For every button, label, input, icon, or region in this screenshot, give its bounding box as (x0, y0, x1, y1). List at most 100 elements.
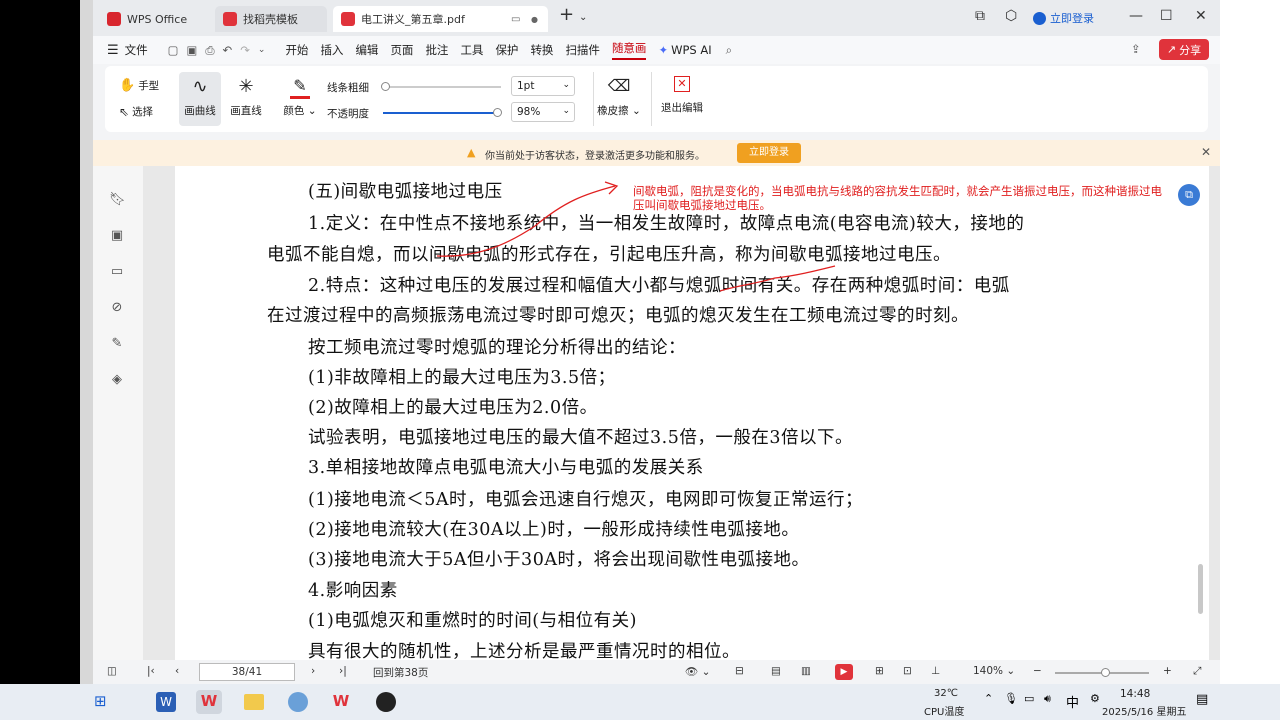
quick-more-icon[interactable]: ⌄ (258, 45, 266, 55)
goto-page-link[interactable]: 回到第38页 (373, 665, 428, 680)
ime-indicator[interactable]: 中 (1066, 692, 1079, 711)
sidebar-toggle-icon[interactable]: ◫ (107, 665, 117, 677)
notice-login-button[interactable]: 立即登录 (737, 143, 801, 163)
slider-handle[interactable] (493, 108, 502, 117)
volume-icon[interactable]: 🔊︎ (1044, 692, 1051, 706)
zoom-handle[interactable] (1101, 668, 1110, 677)
stamp-icon[interactable]: ⊥ (931, 665, 940, 677)
select-tool[interactable]: ⇖ 选择 (119, 104, 153, 119)
close-notice-icon[interactable]: ✕ (1201, 145, 1211, 159)
comment-icon[interactable]: ▭ (109, 264, 125, 280)
menu-file[interactable]: 文件 (125, 42, 148, 58)
folder-icon[interactable]: ▢ (168, 43, 179, 57)
hand-tool[interactable]: ✋ 手型 (119, 78, 159, 93)
chevron-up-icon[interactable]: ⌃ (984, 692, 993, 705)
cloud-upload-icon[interactable]: ⇪ (1131, 42, 1141, 56)
tab-pdf-document[interactable]: 电工讲义_第五章.pdf ▭ ● (333, 6, 548, 32)
scroll-thumb[interactable] (1198, 564, 1203, 614)
notification-icon[interactable]: ▤ (1196, 692, 1208, 707)
layers-icon[interactable]: ◈ (109, 372, 125, 388)
play-icon[interactable]: ▶ (835, 664, 853, 680)
menu-convert[interactable]: 转换 (530, 42, 553, 58)
chevron-down-icon[interactable]: ⌄ (579, 12, 587, 23)
layout-icon[interactable]: ⊞ (875, 665, 884, 677)
menu-wps-ai[interactable]: ✦ WPS AI (658, 43, 711, 57)
menu-page[interactable]: 页面 (390, 42, 413, 58)
undo-icon[interactable]: ↶ (223, 43, 233, 57)
zoom-out-icon[interactable]: − (1033, 665, 1042, 677)
two-page-icon[interactable]: ▥ (801, 665, 811, 677)
wps-app-icon[interactable]: W (200, 692, 218, 712)
share-button[interactable]: ↗ 分享 (1159, 39, 1209, 60)
restore-icon[interactable]: ⧉ (975, 8, 985, 24)
eraser-label: 橡皮擦 ⌄ (597, 105, 641, 117)
print-icon[interactable]: ⎙ (205, 43, 214, 58)
redo-icon[interactable]: ↷ (240, 43, 250, 57)
left-sidebar: 🔖︎ ▣ ▭ ⊘ ✎ ◈ (93, 166, 143, 660)
zoom-select[interactable]: 140% ⌄ (973, 665, 1015, 677)
eraser-tool[interactable]: ⌫ 橡皮擦 ⌄ (595, 72, 643, 126)
menu-protect[interactable]: 保护 (495, 42, 518, 58)
menu-insert[interactable]: 插入 (320, 42, 343, 58)
hamburger-icon[interactable]: ☰ (107, 43, 119, 58)
menu-edit[interactable]: 编辑 (355, 42, 378, 58)
fit-page-icon[interactable]: ⊡ (903, 665, 912, 677)
network-icon[interactable]: ▭ (1024, 692, 1034, 705)
tab-wps-office[interactable]: WPS Office (99, 6, 209, 32)
ime-settings-icon[interactable]: ⚙ (1090, 692, 1100, 705)
handwritten-annotation: 间歇电弧，阻抗是变化的，当电弧电抗与线路的容抗发生匹配时，就会产生谐振过电压，而… (633, 184, 1162, 212)
word-app-icon[interactable]: W (156, 692, 176, 712)
hand-label: 手型 (138, 80, 160, 92)
wps-office-icon[interactable]: W (332, 692, 350, 712)
prev-page-icon[interactable]: ‹ (175, 665, 179, 677)
opacity-select[interactable]: 98% ⌄ (511, 102, 575, 122)
last-page-icon[interactable]: ›| (339, 665, 347, 677)
file-explorer-icon[interactable] (244, 694, 264, 710)
signature-icon[interactable]: ✎ (109, 336, 125, 352)
close-window-icon[interactable]: ✕ (1195, 8, 1207, 24)
zoom-slider[interactable] (1055, 668, 1149, 677)
floating-assistant-icon[interactable]: ⧉ (1178, 184, 1200, 206)
attachment-icon[interactable]: ⊘ (109, 300, 125, 316)
windows-start-icon[interactable]: ⊞ (94, 692, 107, 710)
eye-mode-icon[interactable]: 👁︎ ⌄ (685, 665, 710, 678)
exit-edit-button[interactable]: ✕ 退出编辑 (655, 72, 709, 126)
opacity-slider[interactable] (383, 108, 502, 117)
fit-width-icon[interactable]: ⊟ (735, 665, 744, 677)
fullscreen-icon[interactable]: ⤢ (1193, 665, 1201, 678)
color-picker[interactable]: ✎ 颜色 ⌄ (281, 72, 319, 126)
new-tab-icon[interactable]: + (559, 4, 574, 25)
obs-icon[interactable] (376, 692, 396, 712)
curve-tool[interactable]: ∿ 画曲线 (179, 72, 221, 126)
menu-tools[interactable]: 工具 (460, 42, 483, 58)
menu-scan[interactable]: 扫描件 (565, 42, 600, 58)
chevron-down-icon: ⌄ (562, 80, 570, 90)
window-mode-icon[interactable]: ▭ (511, 14, 520, 25)
line-width-slider[interactable] (381, 82, 501, 91)
login-button[interactable]: 立即登录 (1033, 10, 1094, 26)
line-width-select[interactable]: 1pt ⌄ (511, 76, 575, 96)
page-number-input[interactable]: 38/41 (199, 663, 295, 681)
menu-start[interactable]: 开始 (285, 42, 308, 58)
vertical-scrollbar[interactable] (1198, 174, 1203, 648)
next-page-icon[interactable]: › (311, 665, 315, 677)
cube-icon[interactable]: ⬡ (1005, 8, 1017, 24)
first-page-icon[interactable]: |‹ (147, 665, 155, 677)
save-icon[interactable]: ▣ (187, 43, 198, 57)
straight-tool[interactable]: ✳ 画直线 (225, 72, 267, 126)
tab-template[interactable]: 找稻壳模板 (215, 6, 327, 32)
single-page-icon[interactable]: ▤ (771, 665, 781, 677)
slider-handle[interactable] (381, 82, 390, 91)
zoom-in-icon[interactable]: + (1163, 665, 1172, 677)
straight-line-icon: ✳ (238, 76, 254, 97)
search-icon[interactable]: ⌕ (726, 43, 732, 58)
maximize-icon[interactable]: ☐ (1160, 8, 1173, 24)
microphone-icon[interactable]: 🎙︎ (1004, 692, 1018, 705)
bookmark-icon[interactable]: 🔖︎ (109, 192, 126, 208)
thumbnail-icon[interactable]: ▣ (109, 228, 125, 244)
browser-icon[interactable] (288, 692, 308, 712)
menu-freehand[interactable]: 随意画 (611, 40, 647, 60)
menu-comment[interactable]: 批注 (425, 42, 448, 58)
minimize-icon[interactable]: — (1129, 8, 1143, 24)
close-tab-icon[interactable]: ● (531, 15, 538, 24)
